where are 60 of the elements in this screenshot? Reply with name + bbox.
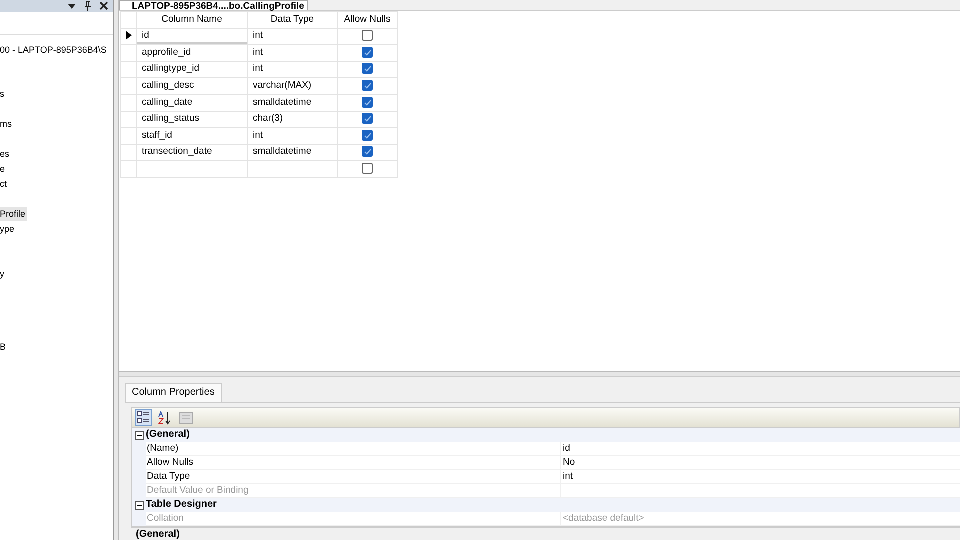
description-panel: (General) — [131, 526, 960, 540]
table-cell: transection_date — [136, 144, 248, 161]
table-cell: smalldatetime — [248, 94, 338, 112]
categorized-button[interactable] — [135, 409, 152, 426]
tree-item[interactable]: ype — [0, 222, 16, 236]
property-value[interactable]: int — [561, 470, 960, 484]
tree-item[interactable]: Profile — [0, 207, 27, 221]
table-cell: int — [248, 128, 338, 144]
tree-item[interactable]: 00 - LAPTOP-895P36B4\S — [0, 43, 108, 57]
column-properties-tab[interactable]: Column Properties — [125, 383, 222, 402]
tree-item[interactable]: ct — [0, 177, 8, 191]
alphabetical-button[interactable] — [156, 409, 173, 426]
tree-item[interactable]: ms — [0, 117, 13, 131]
table-cell: calling_date — [136, 94, 248, 112]
table-cell: smalldatetime — [248, 144, 338, 161]
tree-item[interactable]: y — [0, 267, 6, 281]
table-cell: approfile_id — [136, 44, 248, 62]
pin-icon[interactable] — [83, 1, 93, 11]
checkbox[interactable] — [362, 163, 373, 174]
table-cell: int — [248, 61, 338, 78]
property-value[interactable]: id — [561, 442, 960, 456]
property-pages-icon — [178, 412, 192, 424]
property-value[interactable]: No — [561, 456, 960, 470]
checkbox[interactable] — [362, 63, 373, 74]
collapse-icon[interactable] — [134, 500, 144, 510]
table-cell: calling_desc — [136, 78, 248, 94]
checkbox[interactable] — [362, 96, 373, 108]
table-cell: calling_status — [136, 111, 248, 128]
category-label: (General) — [146, 428, 190, 442]
checkbox[interactable] — [362, 30, 373, 42]
table-cell: varchar(MAX) — [248, 78, 338, 94]
tree-item[interactable]: es — [0, 147, 11, 161]
column-header[interactable]: Column Name — [136, 12, 248, 28]
checkbox[interactable] — [362, 130, 373, 141]
close-icon[interactable] — [99, 1, 109, 11]
table-cell: staff_id — [136, 128, 248, 144]
column-header[interactable]: Data Type — [248, 12, 338, 28]
tree-item[interactable]: B — [0, 340, 8, 354]
property-label: Allow Nulls — [146, 456, 561, 470]
property-label: (Name) — [146, 442, 561, 456]
table-cell: int — [248, 44, 338, 62]
document-tab[interactable]: LAPTOP-895P36B4....bo.CallingProfile — [119, 0, 308, 10]
collapse-icon[interactable] — [134, 430, 144, 440]
property-label: Collation — [146, 512, 561, 526]
checkbox[interactable] — [362, 113, 373, 124]
dropdown-arrow-icon[interactable] — [67, 1, 77, 11]
categorized-icon — [137, 411, 150, 424]
table-cell: int — [248, 28, 338, 45]
checkbox[interactable] — [362, 146, 373, 158]
table-cell: char(3) — [248, 111, 338, 128]
property-label: Data Type — [146, 470, 561, 484]
table-cell: id — [136, 28, 248, 45]
sort-az-icon — [158, 410, 171, 424]
table-cell: callingtype_id — [136, 61, 248, 78]
checkbox[interactable] — [362, 46, 373, 58]
checkbox[interactable] — [362, 80, 373, 92]
tree-item[interactable]: s — [0, 87, 6, 101]
tree-item[interactable]: e — [0, 162, 6, 176]
column-header[interactable]: Allow Nulls — [338, 12, 398, 28]
category-label: Table Designer — [146, 498, 217, 512]
